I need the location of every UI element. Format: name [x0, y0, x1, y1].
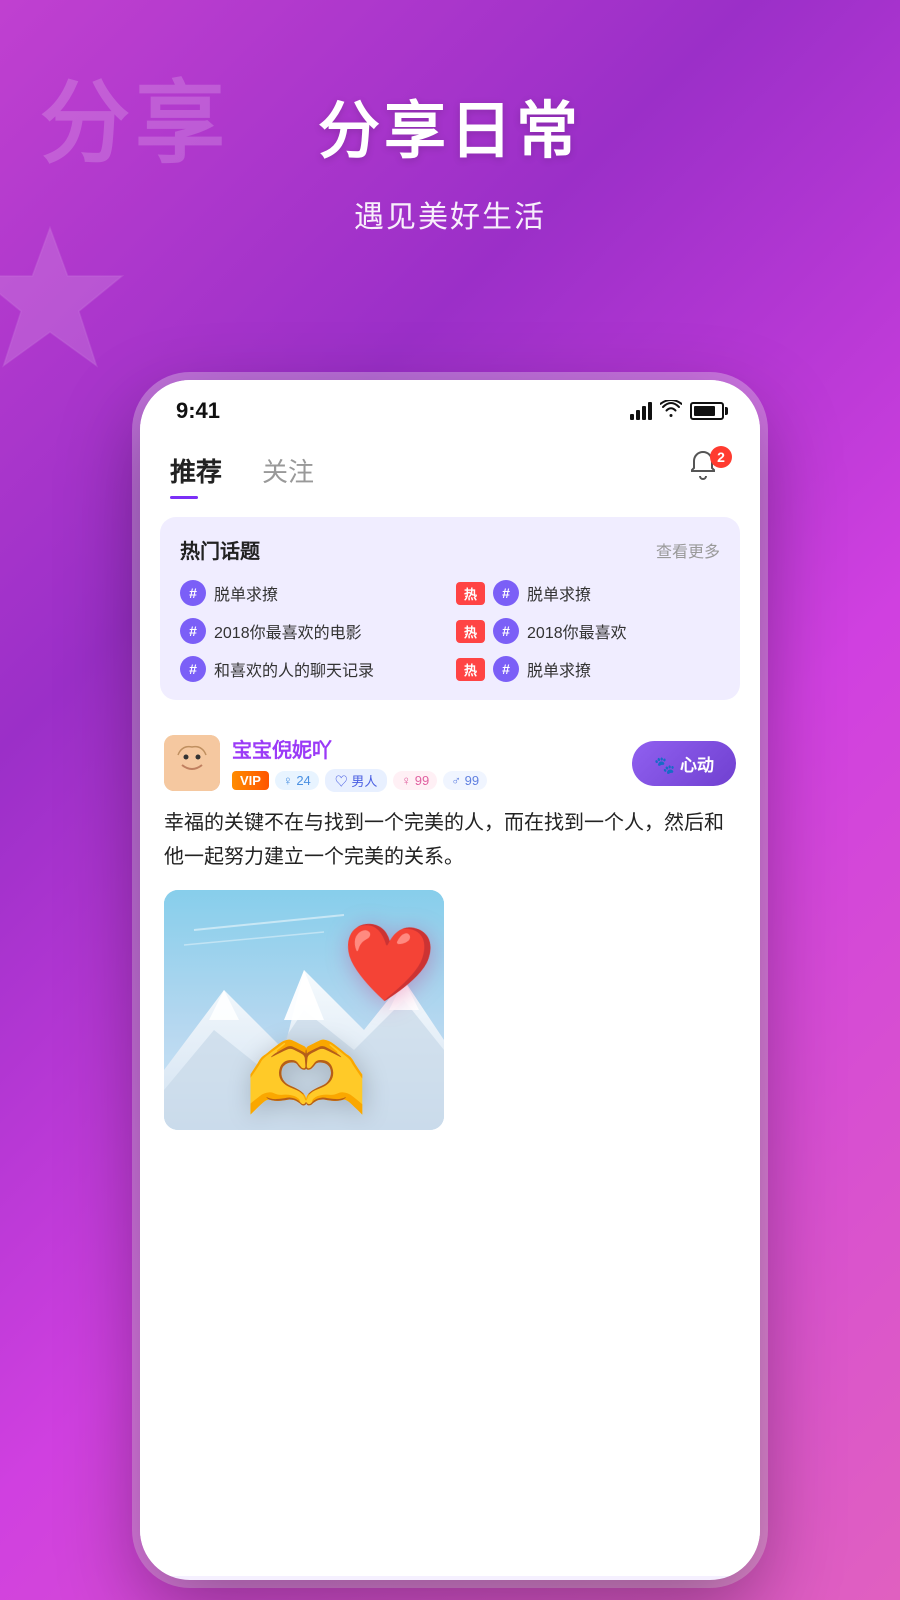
hot-topics-header: 热门话题 查看更多: [180, 535, 720, 564]
bg-star-icon: [0, 220, 130, 380]
battery-icon: [690, 402, 724, 420]
hot-topics-more[interactable]: 查看更多: [656, 538, 720, 562]
hand-heart-decoration: 🫶: [244, 1030, 369, 1130]
avatar: [164, 735, 220, 791]
status-bar: 9:41: [140, 380, 760, 434]
hot-topics-grid: # 脱单求撩 热 # 脱单求撩 # 2018你最喜欢的电影 热 # 2018你最…: [180, 580, 720, 682]
topic-item[interactable]: # 2018你最喜欢的电影: [180, 618, 444, 644]
hash-icon: #: [493, 656, 519, 682]
topic-text: 2018你最喜欢: [527, 619, 627, 643]
tab-recommended[interactable]: 推荐: [170, 452, 222, 499]
tab-following[interactable]: 关注: [262, 452, 314, 499]
user-tags: VIP ♀ 24 ♡ 男人 ♀ 99 ♂ 99: [232, 769, 487, 792]
hot-badge: 热: [456, 620, 485, 643]
hot-badge: 热: [456, 658, 485, 681]
hash-icon: #: [493, 580, 519, 606]
topic-item[interactable]: 热 # 脱单求撩: [456, 656, 720, 682]
main-title: 分享日常: [0, 80, 900, 170]
header-section: 分享日常 遇见美好生活: [0, 80, 900, 236]
female-count-tag: ♀ 99: [393, 771, 437, 790]
notification-badge: 2: [710, 446, 732, 468]
topic-text: 2018你最喜欢的电影: [214, 619, 362, 643]
post-card: 宝宝倪妮吖 VIP ♀ 24 ♡ 男人 ♀ 99 ♂ 99 🐾 心动 幸福的关键…: [140, 718, 760, 1146]
vip-tag: VIP: [232, 771, 269, 790]
gender-tag: ♀ 24: [275, 771, 319, 790]
topic-item[interactable]: # 脱单求撩: [180, 580, 444, 606]
username: 宝宝倪妮吖: [232, 734, 487, 763]
male-count-tag: ♂ 99: [443, 771, 487, 790]
follow-tag: ♡ 男人: [325, 769, 388, 792]
status-icons: [630, 400, 724, 423]
floating-heart-decoration: ❤️: [337, 916, 438, 1012]
topic-item[interactable]: 热 # 2018你最喜欢: [456, 618, 720, 644]
topic-text: 脱单求撩: [527, 581, 591, 605]
topic-item[interactable]: # 和喜欢的人的聊天记录: [180, 656, 444, 682]
hash-icon: #: [180, 656, 206, 682]
hot-topics-section: 热门话题 查看更多 # 脱单求撩 热 # 脱单求撩 # 2018你最喜欢的电影: [160, 517, 740, 700]
post-user-info: 宝宝倪妮吖 VIP ♀ 24 ♡ 男人 ♀ 99 ♂ 99: [232, 734, 487, 792]
topic-text: 和喜欢的人的聊天记录: [214, 657, 374, 681]
hot-topics-title: 热门话题: [180, 535, 260, 564]
post-image: 🫶 ❤️: [164, 890, 444, 1130]
hot-badge: 热: [456, 582, 485, 605]
hash-icon: #: [493, 618, 519, 644]
post-text: 幸福的关键不在与找到一个完美的人，而在找到一个人，然后和他一起努力建立一个完美的…: [164, 806, 736, 874]
topic-item[interactable]: 热 # 脱单求撩: [456, 580, 720, 606]
app-content: 推荐 关注 2 热门话题 查看更多 # 脱单求撩: [140, 434, 760, 1576]
topic-text: 脱单求撩: [214, 581, 278, 605]
post-user: 宝宝倪妮吖 VIP ♀ 24 ♡ 男人 ♀ 99 ♂ 99: [164, 734, 487, 792]
post-header: 宝宝倪妮吖 VIP ♀ 24 ♡ 男人 ♀ 99 ♂ 99 🐾 心动: [164, 734, 736, 792]
nav-tabs: 推荐 关注 2: [140, 434, 760, 499]
phone-mockup: 9:41 推荐: [140, 380, 760, 1580]
hash-icon: #: [180, 618, 206, 644]
heart-button[interactable]: 🐾 心动: [632, 741, 736, 786]
notification-bell[interactable]: 2: [686, 448, 730, 492]
wifi-icon: [660, 400, 682, 423]
topic-text: 脱单求撩: [527, 657, 591, 681]
status-time: 9:41: [176, 398, 220, 424]
hash-icon: #: [180, 580, 206, 606]
signal-icon: [630, 402, 652, 420]
subtitle: 遇见美好生活: [0, 192, 900, 236]
